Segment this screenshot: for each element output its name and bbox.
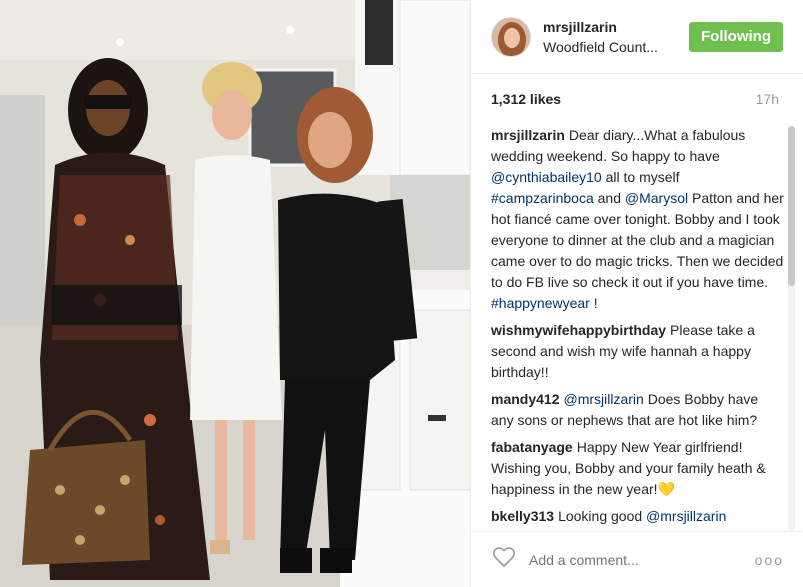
comment-link[interactable]: @mrsjillzarin <box>563 391 643 407</box>
comment-link[interactable]: @Marysol <box>625 190 688 206</box>
photo-illustration <box>0 0 470 587</box>
comment-link[interactable]: #happynewyear <box>491 295 590 311</box>
comment-text: ! <box>589 295 598 311</box>
comment-author[interactable]: mandy412 <box>491 391 559 407</box>
comment-link[interactable]: #campzarinboca <box>491 190 594 206</box>
add-comment-input[interactable] <box>529 551 755 568</box>
comment-text: Looking good <box>558 508 647 524</box>
location[interactable]: Woodfield Count... <box>543 37 689 57</box>
likes-count[interactable]: 1,312 likes <box>491 91 561 107</box>
likes-row: 1,312 likes 17h <box>471 74 803 124</box>
heart-icon-svg <box>492 547 516 568</box>
comment-item: mandy412 @mrsjillzarin Does Bobby have an… <box>491 389 784 431</box>
comment-text: all to myself <box>601 169 680 185</box>
post-photo[interactable] <box>0 0 470 587</box>
comment-link[interactable]: @cynthiabailey10 <box>491 169 602 185</box>
comment-author[interactable]: mrsjillzarin <box>491 127 565 143</box>
post-time[interactable]: 17h <box>756 91 779 107</box>
user-block: mrsjillzarin Woodfield Count... <box>543 17 689 57</box>
following-button[interactable]: Following <box>689 21 783 52</box>
comments-list: mrsjillzarin Dear diary...What a fabulous… <box>471 125 803 527</box>
heart-icon[interactable] <box>491 544 517 575</box>
comment-text: and <box>593 190 625 206</box>
comment-author[interactable]: wishmywifehappybirthday <box>491 322 666 338</box>
comment-author[interactable]: fabatanyage <box>491 439 573 455</box>
scrollbar-thumb[interactable] <box>788 126 795 286</box>
comment-item: bkelly313Looking good @mrsjillzarin @cyn… <box>491 506 784 527</box>
post-footer: ooo <box>471 531 803 587</box>
avatar[interactable] <box>491 16 531 57</box>
comment-item: wishmywifehappybirthday Please take a sec… <box>491 320 784 383</box>
avatar-image <box>492 17 530 56</box>
post-side-panel: mrsjillzarin Woodfield Count... Followin… <box>470 0 803 587</box>
more-options-button[interactable]: ooo <box>755 552 784 568</box>
comment-item: mrsjillzarin Dear diary...What a fabulous… <box>491 125 784 314</box>
comment-link[interactable]: @mrsjillzarin <box>646 508 726 524</box>
comment-item: fabatanyage Happy New Year girlfriend! Wi… <box>491 437 784 500</box>
username[interactable]: mrsjillzarin <box>543 17 689 37</box>
comment-author[interactable]: bkelly313 <box>491 508 554 524</box>
comments-scrollbar[interactable] <box>788 126 795 531</box>
instagram-post: mrsjillzarin Woodfield Count... Followin… <box>0 0 803 587</box>
post-header: mrsjillzarin Woodfield Count... Followin… <box>471 0 803 74</box>
